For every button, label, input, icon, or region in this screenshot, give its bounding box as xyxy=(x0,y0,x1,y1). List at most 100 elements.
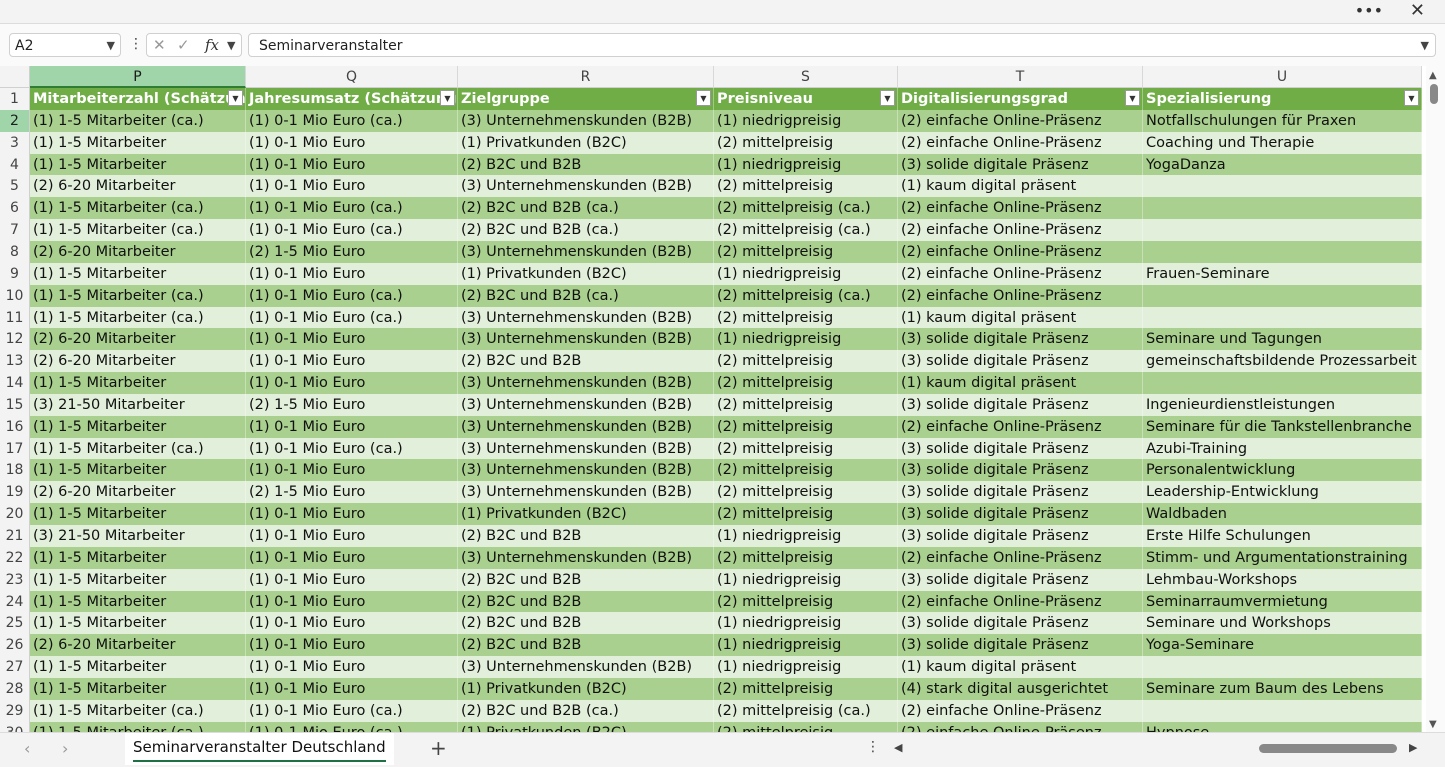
row-header[interactable]: 25 xyxy=(0,612,30,635)
row-header[interactable]: 16 xyxy=(0,415,30,438)
row-header[interactable]: 30 xyxy=(0,721,30,732)
table-cell[interactable] xyxy=(1143,699,1422,722)
table-cell[interactable]: (2) B2C und B2B (ca.) xyxy=(458,197,714,220)
table-cell[interactable]: (1) 1-5 Mitarbeiter (ca.) xyxy=(30,306,246,329)
table-cell[interactable]: (3) Unternehmenskunden (B2B) xyxy=(458,240,714,263)
table-cell[interactable]: (2) B2C und B2B xyxy=(458,634,714,657)
row-header[interactable]: 18 xyxy=(0,459,30,482)
row-header[interactable]: 3 xyxy=(0,131,30,154)
table-cell[interactable]: (2) mittelpreisig xyxy=(714,393,898,416)
table-cell[interactable]: (1) 1-5 Mitarbeiter (ca.) xyxy=(30,699,246,722)
row-header[interactable]: 2 xyxy=(0,109,30,132)
table-cell[interactable]: (1) 1-5 Mitarbeiter xyxy=(30,262,246,285)
table-cell[interactable]: (3) Unternehmenskunden (B2B) xyxy=(458,393,714,416)
table-cell[interactable]: (2) einfache Online-Präsenz xyxy=(898,546,1143,569)
table-cell[interactable]: Hypnose xyxy=(1143,721,1422,732)
table-cell[interactable]: (2) mittelpreisig (ca.) xyxy=(714,284,898,307)
table-header-cell[interactable]: Digitalisierungsgrad ▼ xyxy=(898,88,1143,110)
row-header[interactable]: 24 xyxy=(0,590,30,613)
table-cell[interactable]: (1) 0-1 Mio Euro (ca.) xyxy=(246,197,458,220)
table-cell[interactable]: (1) 1-5 Mitarbeiter xyxy=(30,459,246,482)
table-cell[interactable]: (2) mittelpreisig xyxy=(714,415,898,438)
table-cell[interactable]: (2) mittelpreisig xyxy=(714,350,898,373)
table-cell[interactable]: (1) 0-1 Mio Euro xyxy=(246,175,458,198)
vertical-scroll-thumb[interactable] xyxy=(1430,84,1438,104)
table-cell[interactable]: (1) niedrigpreisig xyxy=(714,568,898,591)
table-cell[interactable]: YogaDanza xyxy=(1143,153,1422,176)
table-cell[interactable]: (2) einfache Online-Präsenz xyxy=(898,197,1143,220)
table-cell[interactable]: (3) solide digitale Präsenz xyxy=(898,350,1143,373)
table-cell[interactable]: (1) 0-1 Mio Euro xyxy=(246,634,458,657)
table-cell[interactable]: (1) niedrigpreisig xyxy=(714,262,898,285)
table-cell[interactable]: (1) 0-1 Mio Euro xyxy=(246,656,458,679)
table-cell[interactable]: (2) einfache Online-Präsenz xyxy=(898,131,1143,154)
table-cell[interactable]: (1) 1-5 Mitarbeiter (ca.) xyxy=(30,197,246,220)
row-header[interactable]: 29 xyxy=(0,699,30,722)
table-cell[interactable] xyxy=(1143,306,1422,329)
table-cell[interactable] xyxy=(1143,372,1422,395)
row-header[interactable]: 13 xyxy=(0,350,30,373)
table-cell[interactable] xyxy=(1143,175,1422,198)
row-header[interactable]: 7 xyxy=(0,219,30,242)
table-cell[interactable]: Seminare und Tagungen xyxy=(1143,328,1422,351)
table-cell[interactable]: (3) Unternehmenskunden (B2B) xyxy=(458,372,714,395)
table-cell[interactable]: Stimm- und Argumentationstraining xyxy=(1143,546,1422,569)
table-cell[interactable] xyxy=(1143,656,1422,679)
table-cell[interactable]: (3) Unternehmenskunden (B2B) xyxy=(458,546,714,569)
row-header[interactable]: 15 xyxy=(0,393,30,416)
column-header-u[interactable]: U xyxy=(1143,66,1422,88)
row-header[interactable]: 4 xyxy=(0,153,30,176)
table-cell[interactable]: (1) niedrigpreisig xyxy=(714,634,898,657)
table-cell[interactable]: (2) B2C und B2B xyxy=(458,525,714,547)
table-cell[interactable]: (3) solide digitale Präsenz xyxy=(898,568,1143,591)
table-cell[interactable]: (2) B2C und B2B (ca.) xyxy=(458,284,714,307)
table-cell[interactable]: (1) 0-1 Mio Euro xyxy=(246,350,458,373)
filter-dropdown-icon[interactable]: ▼ xyxy=(880,90,895,106)
table-cell[interactable]: Ingenieurdienstleistungen xyxy=(1143,393,1422,416)
chevron-down-icon[interactable]: ▼ xyxy=(107,34,115,58)
table-cell[interactable]: (3) solide digitale Präsenz xyxy=(898,481,1143,504)
row-header[interactable]: 27 xyxy=(0,656,30,679)
table-cell[interactable]: Waldbaden xyxy=(1143,503,1422,526)
select-all-corner[interactable] xyxy=(0,66,30,88)
table-cell[interactable]: (1) 0-1 Mio Euro xyxy=(246,262,458,285)
table-cell[interactable]: (1) 0-1 Mio Euro xyxy=(246,131,458,154)
table-cell[interactable]: (2) mittelpreisig xyxy=(714,175,898,198)
table-cell[interactable]: Leadership-Entwicklung xyxy=(1143,481,1422,504)
table-cell[interactable]: (1) 1-5 Mitarbeiter xyxy=(30,590,246,613)
table-cell[interactable]: Seminare für die Tankstellenbranche xyxy=(1143,415,1422,438)
table-cell[interactable]: gemeinschaftsbildende Prozessarbeit xyxy=(1143,350,1422,373)
table-cell[interactable]: (2) mittelpreisig xyxy=(714,590,898,613)
table-cell[interactable]: (2) 1-5 Mio Euro xyxy=(246,481,458,504)
table-cell[interactable]: (1) Privatkunden (B2C) xyxy=(458,503,714,526)
table-cell[interactable]: (1) 0-1 Mio Euro xyxy=(246,503,458,526)
table-cell[interactable]: (3) solide digitale Präsenz xyxy=(898,437,1143,460)
expand-formula-icon[interactable]: ▼ xyxy=(1421,34,1429,58)
table-cell[interactable]: Azubi-Training xyxy=(1143,437,1422,460)
table-cell[interactable] xyxy=(1143,284,1422,307)
table-cell[interactable]: Erste Hilfe Schulungen xyxy=(1143,525,1422,547)
table-cell[interactable]: (2) mittelpreisig xyxy=(714,372,898,395)
table-cell[interactable]: (2) mittelpreisig xyxy=(714,677,898,700)
table-cell[interactable]: (1) 1-5 Mitarbeiter xyxy=(30,131,246,154)
table-cell[interactable]: (2) mittelpreisig xyxy=(714,131,898,154)
table-cell[interactable]: (1) 1-5 Mitarbeiter (ca.) xyxy=(30,109,246,132)
table-cell[interactable]: (2) einfache Online-Präsenz xyxy=(898,590,1143,613)
table-cell[interactable]: (2) 6-20 Mitarbeiter xyxy=(30,481,246,504)
table-header-cell[interactable]: Spezialisierung ▼ xyxy=(1143,88,1422,110)
table-cell[interactable] xyxy=(1143,240,1422,263)
table-cell[interactable]: Yoga-Seminare xyxy=(1143,634,1422,657)
table-cell[interactable]: (1) kaum digital präsent xyxy=(898,306,1143,329)
table-header-cell[interactable]: Mitarbeiterzahl (Schätzung) ▼ xyxy=(30,88,246,110)
table-cell[interactable]: (1) 0-1 Mio Euro (ca.) xyxy=(246,699,458,722)
column-header-s[interactable]: S xyxy=(714,66,898,88)
formula-input[interactable]: Seminarveranstalter ▼ xyxy=(248,33,1436,57)
table-cell[interactable]: (2) B2C und B2B xyxy=(458,568,714,591)
row-header[interactable]: 19 xyxy=(0,481,30,504)
table-cell[interactable]: (1) niedrigpreisig xyxy=(714,656,898,679)
row-header[interactable]: 23 xyxy=(0,568,30,591)
table-cell[interactable]: (2) B2C und B2B xyxy=(458,612,714,635)
table-cell[interactable] xyxy=(1143,219,1422,242)
table-cell[interactable]: (1) Privatkunden (B2C) xyxy=(458,131,714,154)
more-options-icon[interactable]: ••• xyxy=(1355,1,1383,20)
